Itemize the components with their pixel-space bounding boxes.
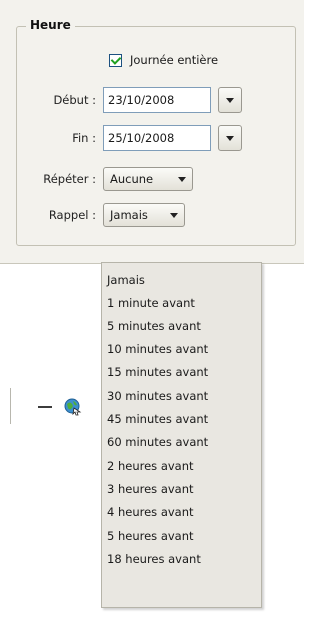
reminder-label: Rappel : [48, 208, 96, 222]
repeat-label: Répéter : [43, 172, 96, 186]
start-label: Début : [53, 93, 96, 107]
reminder-option[interactable]: 30 minutes avant [107, 386, 208, 407]
minus-icon[interactable] [38, 406, 52, 408]
end-date-dropdown-button[interactable] [218, 125, 242, 151]
chevron-down-icon [166, 205, 182, 225]
repeat-value: Aucune [110, 172, 154, 186]
section-title: Heure [26, 18, 75, 32]
start-date-dropdown-button[interactable] [218, 87, 242, 113]
reminder-value: Jamais [110, 208, 148, 222]
reminder-option[interactable]: 45 minutes avant [107, 409, 208, 430]
repeat-select[interactable]: Aucune [103, 167, 193, 191]
reminder-option[interactable]: 4 heures avant [107, 502, 194, 523]
reminder-option[interactable]: 18 heures avant [107, 549, 201, 570]
reminder-option[interactable]: 10 minutes avant [107, 339, 208, 360]
end-label: Fin : [72, 131, 96, 145]
reminder-option[interactable]: 2 heures avant [107, 456, 194, 477]
toolbar-separator [10, 388, 11, 424]
reminder-option[interactable]: 1 minute avant [107, 293, 195, 314]
reminder-option[interactable]: 60 minutes avant [107, 432, 208, 453]
reminder-option[interactable]: Jamais [107, 270, 145, 291]
all-day-label[interactable]: Journée entière [130, 53, 218, 67]
end-date-input[interactable] [103, 125, 211, 151]
reminder-option[interactable]: 5 minutes avant [107, 316, 201, 337]
start-date-input[interactable] [103, 87, 211, 113]
chevron-down-icon [174, 169, 190, 189]
reminder-option[interactable]: 5 heures avant [107, 526, 194, 547]
reminder-option[interactable]: 15 minutes avant [107, 362, 208, 383]
globe-arrow-icon[interactable] [63, 397, 83, 417]
reminder-dropdown-list: Jamais 1 minute avant 5 minutes avant 10… [101, 262, 262, 608]
all-day-checkbox[interactable] [109, 54, 122, 67]
time-panel: Heure Journée entière Début : Fin : Répé… [0, 0, 304, 264]
reminder-option[interactable]: 3 heures avant [107, 479, 194, 500]
reminder-select[interactable]: Jamais [103, 203, 185, 227]
